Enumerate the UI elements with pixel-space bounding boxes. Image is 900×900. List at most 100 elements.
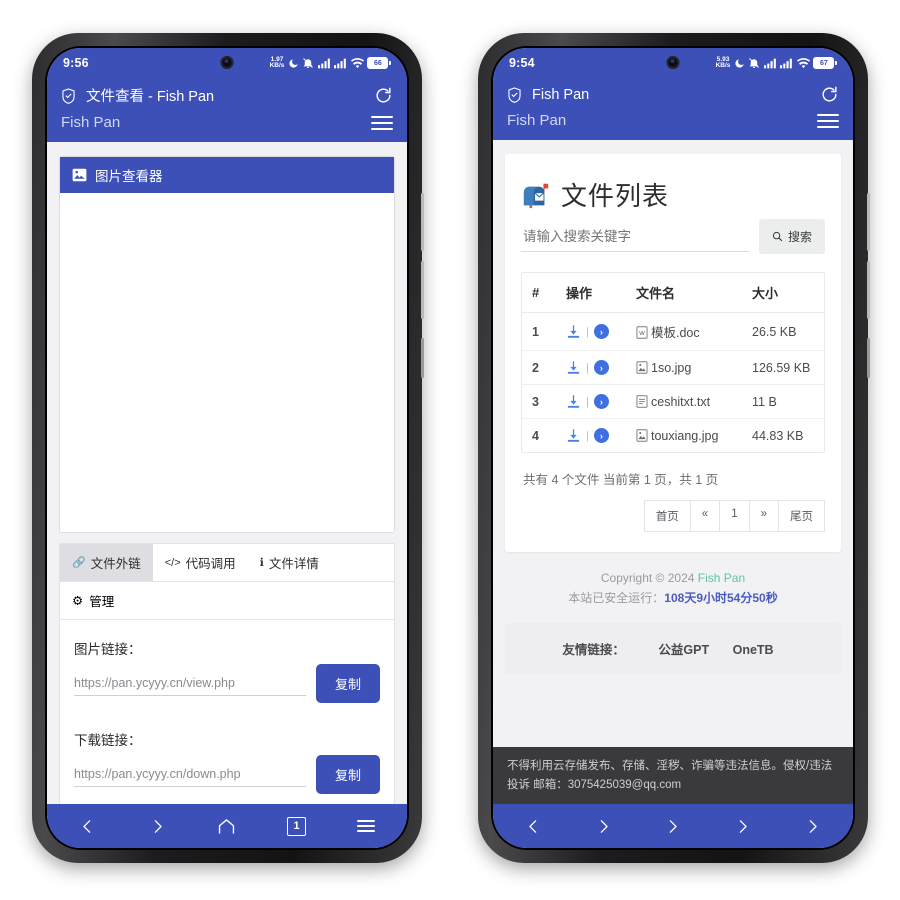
copyright-brand[interactable]: Fish Pan <box>698 571 745 585</box>
file-table: # 操作 文件名 大小 格式 上 <box>522 273 825 453</box>
browser-page-title: Fish Pan <box>532 86 590 103</box>
front-camera <box>220 56 234 69</box>
network-speed-indicator: 5.93 KB/s <box>715 56 731 70</box>
tab-file-external-link[interactable]: 🔗 文件外链 <box>60 544 153 581</box>
search-button[interactable]: 搜索 <box>758 219 825 254</box>
pagination-next[interactable]: » <box>748 500 778 532</box>
reload-icon[interactable] <box>820 85 839 104</box>
table-row[interactable]: 2 | › 1so.jpg 126.59 KB <box>522 350 825 385</box>
browser-menu-icon[interactable] <box>817 113 839 128</box>
word-file-icon: W <box>636 326 648 339</box>
battery-tip <box>389 60 391 66</box>
forward-icon[interactable] <box>137 811 177 841</box>
open-icon[interactable]: › <box>593 428 609 443</box>
browser-address-host[interactable]: Fish Pan <box>507 112 566 129</box>
row-actions: | › <box>562 419 632 453</box>
browser-toolbar: 文件查看 - Fish Pan Fish Pan <box>47 78 407 142</box>
moon-icon <box>289 58 298 68</box>
table-row[interactable]: 4 | › touxiang.jpg 44.83 KB <box>522 419 825 453</box>
tab-file-details[interactable]: ℹ 文件详情 <box>248 544 331 581</box>
pagination-first[interactable]: 首页 <box>643 500 690 532</box>
friend-link-onetb[interactable]: OneTB <box>733 643 774 657</box>
column-header-size: 大小 <box>748 273 824 313</box>
browser-bottom-nav-right <box>493 804 853 848</box>
back-icon[interactable] <box>68 811 108 841</box>
link-fields-pane: 图片链接： 复制 下载链接： 复制 <box>60 620 394 804</box>
screenshot-stage: 9:56 1.97 KB/s 66 文件查看 - Fish Pan Fish P… <box>0 0 900 900</box>
pagination: 首页 « 1 » 尾页 <box>521 500 825 534</box>
pagination-last[interactable]: 尾页 <box>778 500 825 532</box>
table-row[interactable]: 1 | › W 模板.doc 26.5 KB <box>522 312 825 351</box>
open-icon[interactable]: › <box>593 360 609 375</box>
menu-icon[interactable] <box>346 811 386 841</box>
browser-bottom-nav-left: 1 <box>47 804 407 848</box>
forward-icon[interactable] <box>653 811 693 841</box>
open-icon[interactable]: › <box>593 394 609 409</box>
security-shield-icon <box>62 87 75 104</box>
text-file-icon <box>636 394 648 408</box>
gear-icon: ⚙ <box>72 594 84 608</box>
image-link-label: 图片链接： <box>74 642 142 657</box>
manage-label: 管理 <box>89 595 115 609</box>
row-format[interactable]: doc <box>824 313 825 351</box>
pagination-page-1[interactable]: 1 <box>719 500 749 532</box>
table-row[interactable]: 3 | › ceshitxt.txt 11 B <box>522 384 825 419</box>
back-icon[interactable] <box>514 811 554 841</box>
volume-down-button[interactable] <box>867 261 870 319</box>
download-icon[interactable] <box>566 394 581 409</box>
image-link-input[interactable] <box>74 671 306 696</box>
column-header-actions: 操作 <box>562 273 632 313</box>
wifi-icon <box>796 57 810 68</box>
tab-code-invoke[interactable]: </> 代码调用 <box>153 544 248 581</box>
copy-image-link-button[interactable]: 复制 <box>315 664 380 703</box>
power-button[interactable] <box>867 338 870 378</box>
pagination-prev[interactable]: « <box>689 500 720 532</box>
volume-up-button[interactable] <box>421 193 424 251</box>
image-viewer-header: 图片查看器 <box>60 157 394 193</box>
open-icon[interactable]: › <box>593 324 609 339</box>
download-icon[interactable] <box>566 428 581 443</box>
tabs-icon[interactable]: 1 <box>277 811 317 841</box>
image-viewer-card: 图片查看器 <box>59 156 395 533</box>
row-actions: | › <box>562 384 632 419</box>
battery-indicator: 66 <box>367 56 391 70</box>
download-icon[interactable] <box>566 360 581 375</box>
row-format[interactable]: jpg <box>824 351 825 385</box>
row-filename: touxiang.jpg <box>651 428 719 443</box>
volume-down-button[interactable] <box>421 261 424 319</box>
copy-download-link-button[interactable]: 复制 <box>315 755 380 794</box>
friend-link-gongyi-gpt[interactable]: 公益GPT <box>658 643 709 657</box>
network-speed-unit: KB/s <box>715 62 731 69</box>
browser-menu-icon[interactable] <box>371 115 393 130</box>
home-icon[interactable] <box>207 811 247 841</box>
row-format[interactable]: txt <box>824 385 825 419</box>
reload-icon[interactable] <box>374 86 393 105</box>
battery-level-text: 67 <box>813 56 835 70</box>
friend-links-box: 友情链接： 公益GPT OneTB <box>505 622 841 674</box>
tab-label: 文件详情 <box>268 557 319 571</box>
row-filename: ceshitxt.txt <box>651 394 711 409</box>
download-icon[interactable] <box>566 324 581 339</box>
browser-address-host[interactable]: Fish Pan <box>61 114 120 131</box>
manage-row[interactable]: ⚙ 管理 <box>60 582 394 620</box>
copyright-line: Copyright © 2024 Fish Pan <box>503 568 843 588</box>
forward-icon[interactable] <box>723 811 763 841</box>
row-index: 1 <box>522 312 562 351</box>
download-link-input[interactable] <box>74 762 306 787</box>
file-count-summary: 共有 4 个文件 当前第 1 页，共 1 页 <box>523 473 719 487</box>
tab-label: 文件外链 <box>90 557 141 571</box>
row-format[interactable]: jpg <box>824 419 825 453</box>
column-header-index: # <box>522 273 562 313</box>
power-button[interactable] <box>421 338 424 378</box>
svg-text:W: W <box>639 331 645 337</box>
search-input[interactable] <box>521 221 749 252</box>
phone-device-left: 9:56 1.97 KB/s 66 文件查看 - Fish Pan Fish P… <box>32 33 424 863</box>
image-viewer-canvas[interactable] <box>60 193 394 532</box>
image-file-icon <box>636 360 648 374</box>
mute-bell-icon <box>303 58 314 68</box>
volume-up-button[interactable] <box>867 193 870 251</box>
row-size: 26.5 KB <box>748 312 824 351</box>
row-filename: 1so.jpg <box>651 360 692 375</box>
forward-icon[interactable] <box>583 811 623 841</box>
forward-icon[interactable] <box>792 811 832 841</box>
